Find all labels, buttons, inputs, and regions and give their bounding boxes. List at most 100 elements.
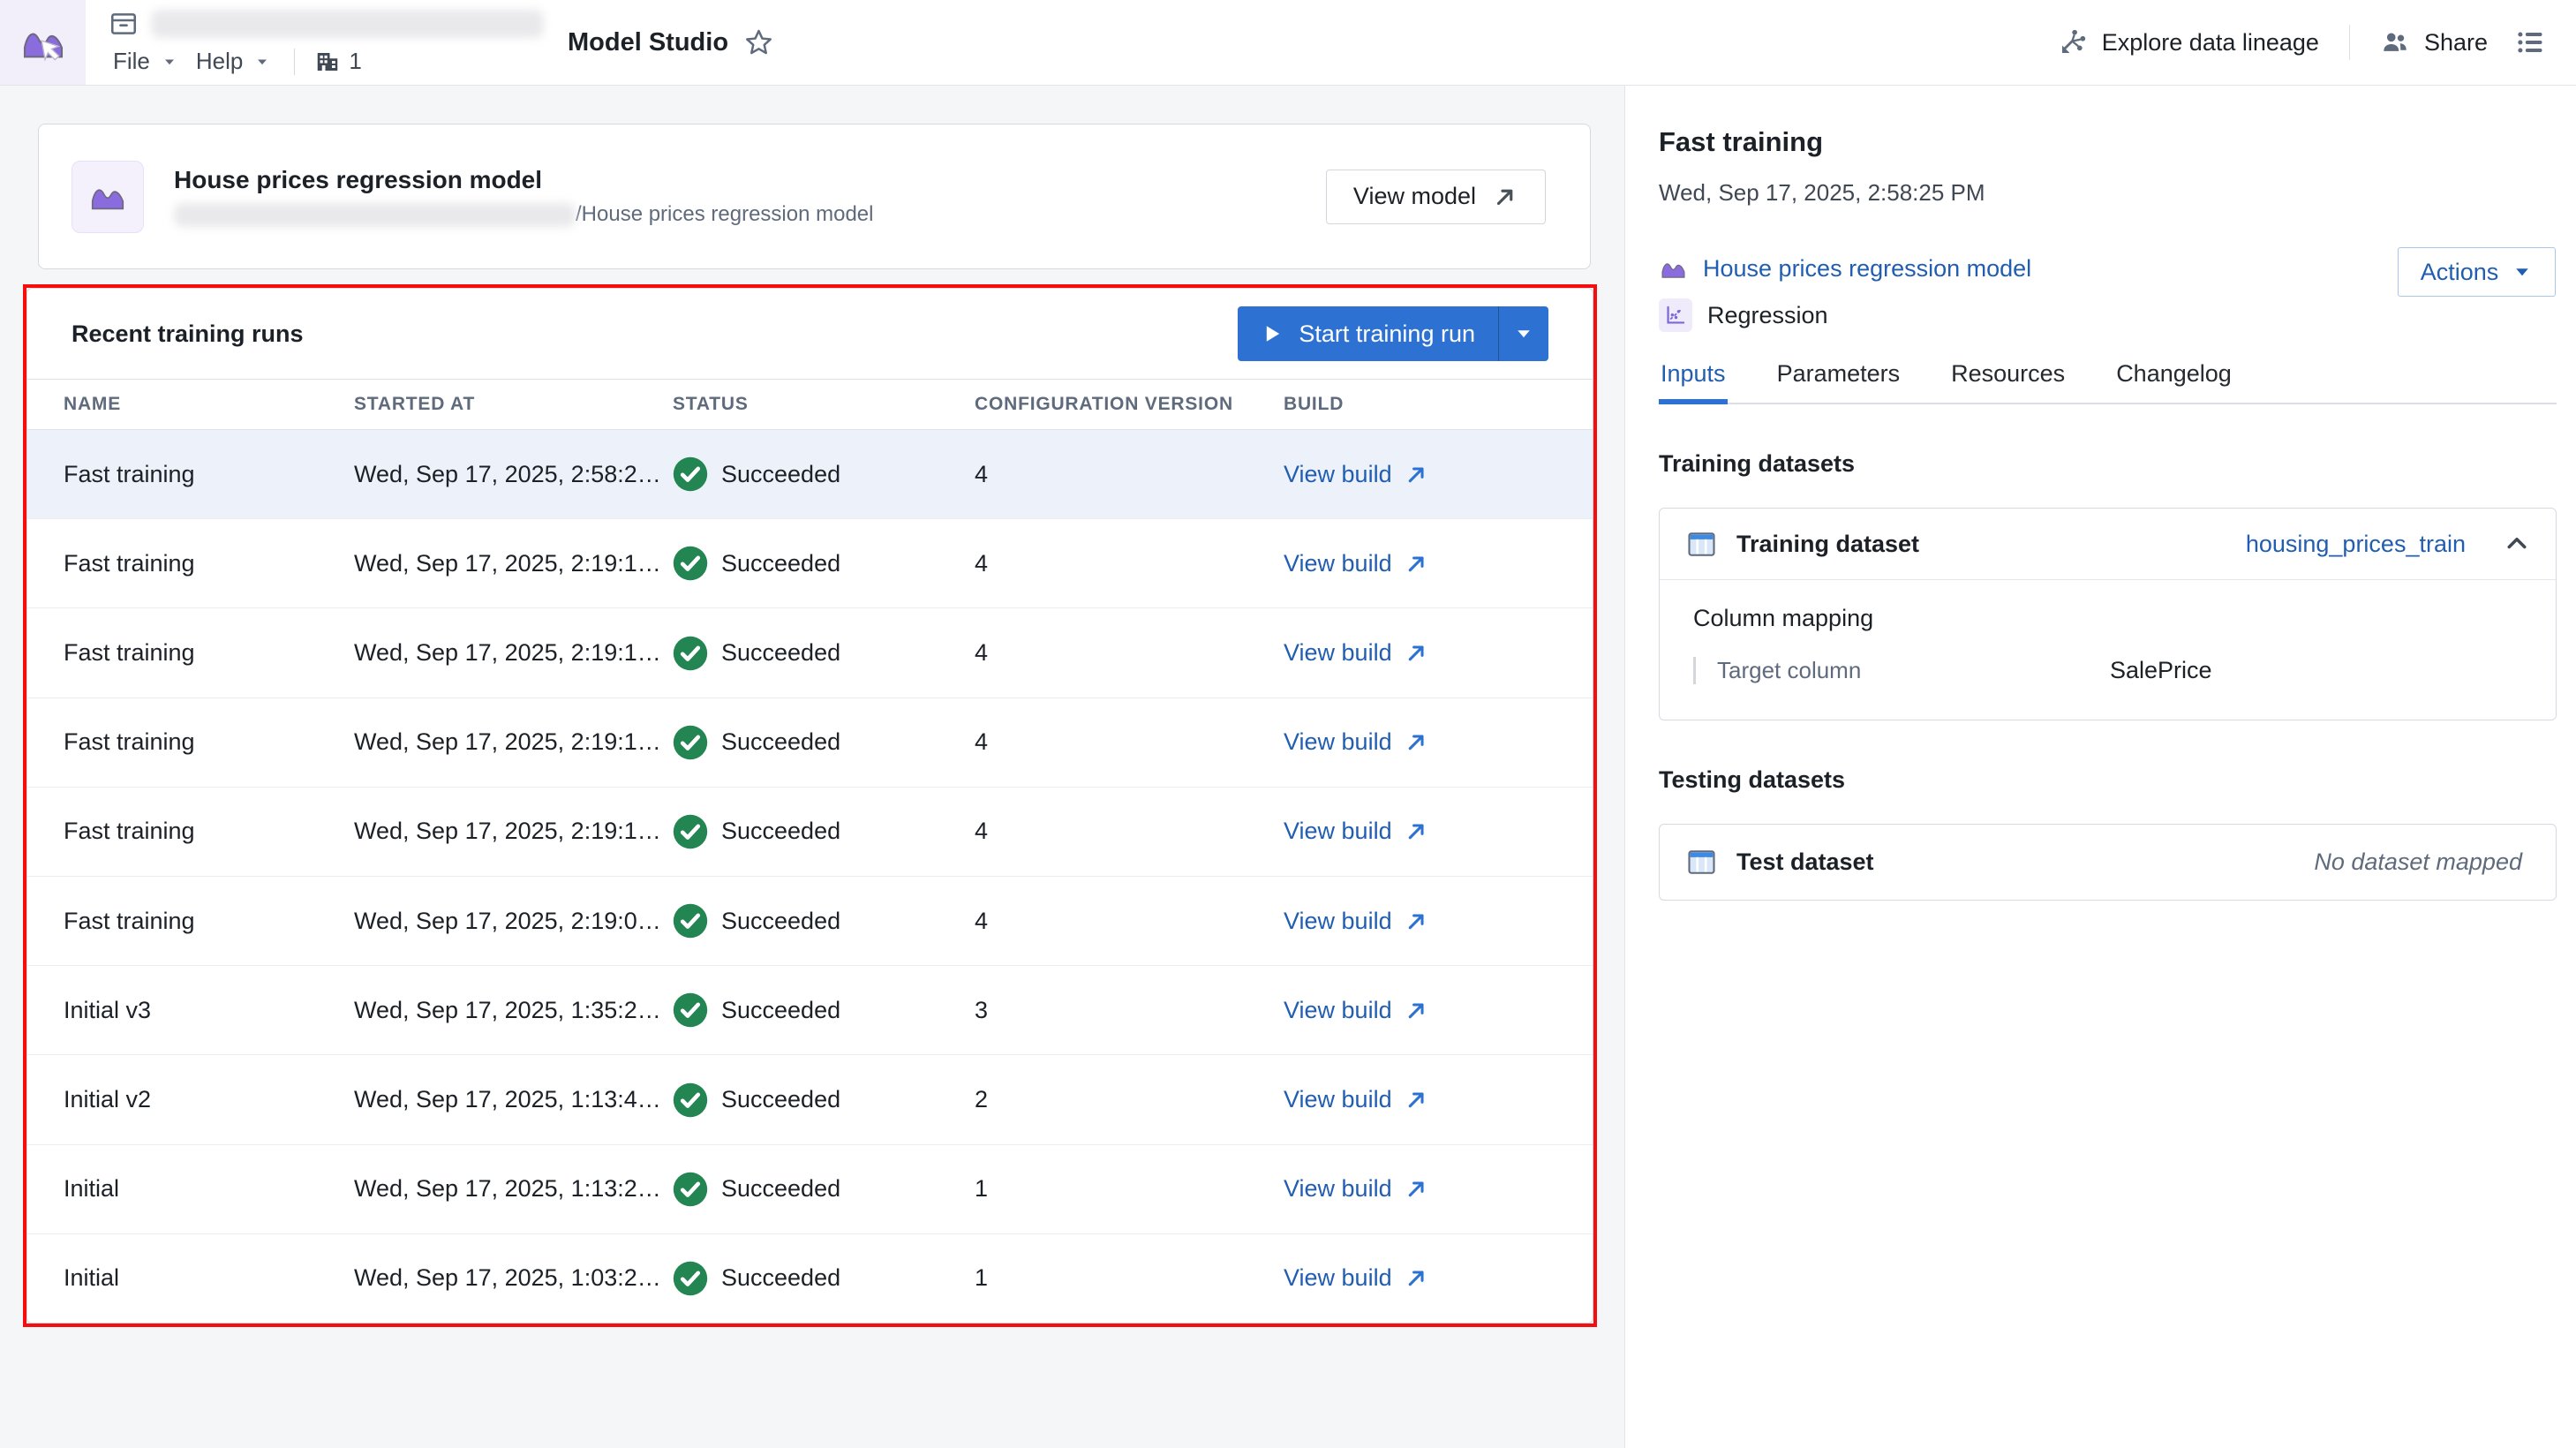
view-build-label: View build bbox=[1284, 997, 1392, 1024]
run-row[interactable]: Initial v3Wed, Sep 17, 2025, 1:35:2…Succ… bbox=[27, 966, 1593, 1055]
overflow-menu-button[interactable] bbox=[2502, 18, 2558, 67]
run-status-label: Succeeded bbox=[721, 818, 840, 845]
run-started-cell: Wed, Sep 17, 2025, 1:13:4… bbox=[354, 1086, 673, 1113]
share-button[interactable]: Share bbox=[2366, 19, 2502, 66]
list-menu-icon bbox=[2514, 26, 2546, 58]
view-build-label: View build bbox=[1284, 1264, 1392, 1292]
run-status-label: Succeeded bbox=[721, 1086, 840, 1113]
model-studio-logo-icon bbox=[19, 18, 68, 67]
model-card-text: House prices regression model /House pri… bbox=[174, 166, 1326, 227]
tab-resources[interactable]: Resources bbox=[1949, 360, 2067, 403]
details-tabs: Inputs Parameters Resources Changelog bbox=[1659, 360, 2557, 404]
run-row[interactable]: Initial v2Wed, Sep 17, 2025, 1:13:4…Succ… bbox=[27, 1055, 1593, 1144]
model-link-label: House prices regression model bbox=[1703, 255, 2031, 283]
run-status-label: Succeeded bbox=[721, 461, 840, 488]
run-status-cell: Succeeded bbox=[673, 1082, 975, 1118]
org-indicator[interactable]: 1 bbox=[309, 46, 366, 77]
run-started-cell: Wed, Sep 17, 2025, 2:19:1… bbox=[354, 550, 673, 577]
run-started-cell: Wed, Sep 17, 2025, 1:35:2… bbox=[354, 997, 673, 1024]
external-link-icon bbox=[1404, 998, 1429, 1023]
regression-chart-icon bbox=[1659, 298, 1692, 332]
target-column-label: Target column bbox=[1693, 657, 2110, 684]
table-icon bbox=[1686, 847, 1717, 878]
success-check-icon bbox=[673, 1172, 708, 1207]
actions-button[interactable]: Actions bbox=[2398, 247, 2556, 297]
model-path-suffix: /House prices regression model bbox=[576, 202, 874, 227]
run-status-cell: Succeeded bbox=[673, 725, 975, 760]
explore-data-lineage-button[interactable]: Explore data lineage bbox=[2044, 19, 2333, 66]
run-row[interactable]: Fast trainingWed, Sep 17, 2025, 2:19:1…S… bbox=[27, 788, 1593, 877]
run-row[interactable]: InitialWed, Sep 17, 2025, 1:13:2…Succeed… bbox=[27, 1145, 1593, 1234]
run-status-label: Succeeded bbox=[721, 1175, 840, 1203]
runs-panel-header: Recent training runs Start training run bbox=[27, 289, 1593, 380]
run-version-cell: 4 bbox=[975, 728, 1284, 756]
view-model-button[interactable]: View model bbox=[1326, 170, 1546, 224]
tab-changelog[interactable]: Changelog bbox=[2114, 360, 2233, 403]
view-build-link[interactable]: View build bbox=[1284, 908, 1429, 935]
help-menu[interactable]: Help bbox=[187, 44, 280, 79]
start-training-run-button[interactable]: Start training run bbox=[1238, 306, 1498, 361]
run-started-cell: Wed, Sep 17, 2025, 2:19:1… bbox=[354, 639, 673, 667]
app-logo[interactable] bbox=[0, 0, 86, 85]
run-build-cell: View build bbox=[1284, 818, 1593, 845]
testing-datasets-title: Testing datasets bbox=[1659, 766, 2557, 794]
view-build-label: View build bbox=[1284, 639, 1392, 667]
run-row[interactable]: Fast trainingWed, Sep 17, 2025, 2:19:0…S… bbox=[27, 877, 1593, 966]
success-check-icon bbox=[673, 1082, 708, 1118]
column-header-build: BUILD bbox=[1284, 394, 1593, 415]
model-type-row: Regression bbox=[1659, 298, 2557, 332]
runs-table-body: Fast trainingWed, Sep 17, 2025, 2:58:2…S… bbox=[27, 430, 1593, 1323]
view-build-link[interactable]: View build bbox=[1284, 818, 1429, 845]
recent-training-runs-panel: Recent training runs Start training run bbox=[26, 288, 1593, 1324]
view-build-link[interactable]: View build bbox=[1284, 639, 1429, 667]
training-dataset-link[interactable]: housing_prices_train bbox=[2246, 531, 2466, 558]
run-build-cell: View build bbox=[1284, 1086, 1593, 1113]
app-title-wrap: Model Studio bbox=[568, 0, 773, 85]
view-build-link[interactable]: View build bbox=[1284, 550, 1429, 577]
view-build-link[interactable]: View build bbox=[1284, 997, 1429, 1024]
menu-divider bbox=[294, 49, 295, 75]
favorite-button[interactable] bbox=[744, 28, 773, 57]
run-started-cell: Wed, Sep 17, 2025, 1:13:2… bbox=[354, 1175, 673, 1203]
run-status-label: Succeeded bbox=[721, 639, 840, 667]
external-link-icon bbox=[1404, 640, 1429, 666]
play-icon bbox=[1261, 322, 1284, 345]
training-dataset-label: Training dataset bbox=[1736, 531, 2226, 558]
view-build-link[interactable]: View build bbox=[1284, 1264, 1429, 1292]
explore-data-lineage-label: Explore data lineage bbox=[2102, 29, 2319, 57]
view-build-link[interactable]: View build bbox=[1284, 1175, 1429, 1203]
run-status-label: Succeeded bbox=[721, 997, 840, 1024]
run-row[interactable]: Fast trainingWed, Sep 17, 2025, 2:19:1…S… bbox=[27, 698, 1593, 788]
run-row[interactable]: Fast trainingWed, Sep 17, 2025, 2:58:2…S… bbox=[27, 430, 1593, 519]
external-link-icon bbox=[1404, 1087, 1429, 1112]
run-build-cell: View build bbox=[1284, 550, 1593, 577]
model-link[interactable]: House prices regression model bbox=[1659, 254, 2031, 283]
column-header-configuration-version: CONFIGURATION VERSION bbox=[975, 394, 1284, 415]
external-link-icon bbox=[1404, 551, 1429, 577]
view-build-link[interactable]: View build bbox=[1284, 1086, 1429, 1113]
training-dataset-card: Training dataset housing_prices_train Co… bbox=[1659, 508, 2557, 720]
model-path: /House prices regression model bbox=[174, 202, 1326, 227]
success-check-icon bbox=[673, 725, 708, 760]
run-name-cell: Fast training bbox=[64, 818, 354, 845]
view-build-link[interactable]: View build bbox=[1284, 728, 1429, 756]
run-status-label: Succeeded bbox=[721, 908, 840, 935]
collapse-button[interactable] bbox=[2504, 532, 2529, 556]
tab-inputs[interactable]: Inputs bbox=[1659, 360, 1728, 404]
tab-parameters[interactable]: Parameters bbox=[1775, 360, 1902, 403]
file-menu-label: File bbox=[113, 48, 150, 75]
run-row[interactable]: Fast trainingWed, Sep 17, 2025, 2:19:1…S… bbox=[27, 608, 1593, 698]
archive-icon bbox=[109, 9, 139, 39]
run-row[interactable]: InitialWed, Sep 17, 2025, 1:03:2…Succeed… bbox=[27, 1234, 1593, 1323]
run-build-cell: View build bbox=[1284, 908, 1593, 935]
run-row[interactable]: Fast trainingWed, Sep 17, 2025, 2:19:1…S… bbox=[27, 519, 1593, 608]
help-menu-label: Help bbox=[196, 48, 243, 75]
run-name-cell: Fast training bbox=[64, 728, 354, 756]
column-header-status: STATUS bbox=[673, 394, 975, 415]
start-training-run-caret-button[interactable] bbox=[1498, 306, 1548, 361]
file-menu[interactable]: File bbox=[104, 44, 187, 79]
run-status-cell: Succeeded bbox=[673, 1261, 975, 1296]
column-header-started-at: STARTED AT bbox=[354, 394, 673, 415]
view-build-link[interactable]: View build bbox=[1284, 461, 1429, 488]
view-build-label: View build bbox=[1284, 908, 1392, 935]
